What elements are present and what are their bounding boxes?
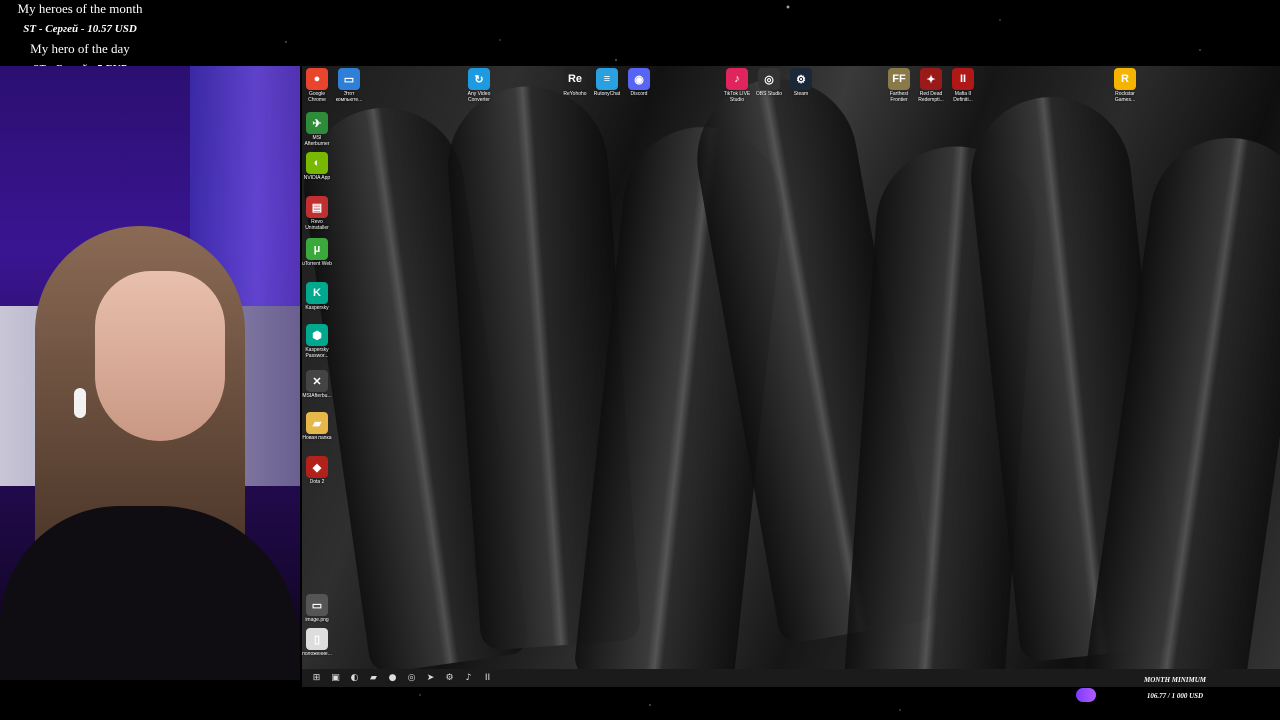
desktop-icon-label: RutonyChat [593, 91, 621, 97]
desktop-icon[interactable]: ▰ Новая папка [302, 412, 332, 441]
rockstar-icon: R [1114, 68, 1136, 90]
streamer-face [95, 271, 225, 441]
desktop-icon[interactable]: ◆ Dota 2 [302, 456, 332, 485]
desktop-icon[interactable]: ⬢ Kaspersky Passwor... [302, 324, 332, 359]
red-dead-icon: ✦ [920, 68, 942, 90]
desktop-icon-label: Этот компьюте... [335, 91, 363, 103]
tiktok-icon: ♪ [726, 68, 748, 90]
desktop-icon[interactable]: ◎ OBS Studio [754, 68, 784, 97]
desktop-icon-label: ReYohoho [563, 91, 587, 97]
steam-icon: ⚙ [790, 68, 812, 90]
earbud [74, 388, 86, 418]
desktop-icon[interactable]: ◉ Discord [624, 68, 654, 97]
heroes-month-title: My heroes of the month [17, 1, 143, 16]
desktop-icon[interactable]: ✦ Red Dead Redempti... [916, 68, 946, 103]
desktop-icon-label: Dota 2 [309, 479, 325, 485]
desktop-icon[interactable]: ✈ MSI Afterburner [302, 112, 332, 147]
desktop-icon[interactable]: K Kaspersky [302, 282, 332, 311]
telegram-icon[interactable]: ➤ [422, 671, 439, 685]
computer-icon: ▭ [338, 68, 360, 90]
kaspersky-icon: K [306, 282, 328, 304]
desktop-icon[interactable]: ● Google Chrome [302, 68, 332, 103]
desktop-icon-label: Mafia II Definiti... [953, 91, 973, 103]
donation-goal: MONTH MINIMUM 106.77 / 1 000 USD [1130, 674, 1220, 702]
desktop-icon[interactable]: ♪ TikTok LIVE Studio [722, 68, 752, 103]
desktop-icon[interactable]: R Rockstar Games... [1110, 68, 1140, 103]
file-explorer-icon[interactable]: ▰ [365, 671, 382, 685]
heroes-month-entry: ST - Сергей - 10.57 USD [23, 23, 137, 35]
desktop-icon[interactable]: ▯ положение... [302, 628, 332, 657]
farthest-frontier-icon: FF [888, 68, 910, 90]
steam-icon[interactable]: ⚙ [441, 671, 458, 685]
desktop-icon-label: положение... [302, 651, 332, 657]
desktop-icon-label: Any Video Converter [467, 91, 491, 103]
webcam-feed [0, 66, 300, 680]
desktop-icon[interactable]: ✕ MSIAfterbu... [302, 370, 332, 399]
desktop-icon-label: MSIAfterbu... [302, 393, 332, 399]
desktop-icon-label: Kaspersky Passwor... [305, 347, 329, 359]
desktop-icon[interactable]: FF Farthest Frontier [884, 68, 914, 103]
desktop-icon-label: Red Dead Redempti... [918, 91, 944, 103]
desktop-icon[interactable]: ▤ Revo Uninstaller [302, 196, 332, 231]
msi-icon: ✕ [306, 370, 328, 392]
edge-icon[interactable]: ◐ [346, 671, 363, 685]
tiktok-icon[interactable]: ♪ [460, 671, 477, 685]
desktop-icon[interactable]: μ uTorrent Web [302, 238, 332, 267]
desktop-icon-label: NVIDIA App [303, 175, 331, 181]
desktop-icon-label: uTorrent Web [302, 261, 332, 267]
chrome-icon[interactable]: ● [384, 671, 401, 685]
desktop-icon[interactable]: II Mafia II Definiti... [948, 68, 978, 103]
desktop-icon[interactable]: ▭ image.png [302, 594, 332, 623]
desktop-icon[interactable]: Re ReYohoho [560, 68, 590, 97]
discord-icon: ◉ [628, 68, 650, 90]
goal-progress-text: 106.77 / 1 000 USD [1146, 692, 1204, 700]
desktop-icon-label: Google Chrome [308, 91, 326, 103]
obs-icon: ◎ [758, 68, 780, 90]
desktop-icon[interactable]: ◐ NVIDIA App [302, 152, 332, 181]
utorrent-icon: μ [306, 238, 328, 260]
desktop-icon-label: Discord [630, 91, 648, 97]
streamer-body [0, 506, 300, 680]
folder-icon: ▰ [306, 412, 328, 434]
goal-title: MONTH MINIMUM [1143, 676, 1207, 684]
hero-day-title: My hero of the day [30, 41, 130, 56]
task-view-icon[interactable]: ▣ [327, 671, 344, 685]
desktop-icon-label: TikTok LIVE Studio [723, 91, 751, 103]
windows-start-icon[interactable]: ⊞ [308, 671, 325, 685]
document-icon: ▯ [306, 628, 328, 650]
desktop-icon-label: Steam [793, 91, 809, 97]
reyohoho-icon: Re [564, 68, 586, 90]
video-converter-icon: ↻ [468, 68, 490, 90]
image-file-icon: ▭ [306, 594, 328, 616]
dota-icon: ◆ [306, 456, 328, 478]
desktop-icon-label: image.png [305, 617, 329, 623]
desktop-icon-label: Farthest Frontier [889, 91, 909, 103]
nvidia-icon: ◐ [306, 152, 328, 174]
desktop-icon[interactable]: ▭ Этот компьюте... [334, 68, 364, 103]
desktop-capture: ● Google Chrome ▭ Этот компьюте... ↻ Any Vide… [302, 66, 1280, 669]
desktop-icon-label: Новая папка [302, 435, 332, 441]
desktop-icon[interactable]: ↻ Any Video Converter [464, 68, 494, 103]
desktop-icon-label: Rockstar Games... [1114, 91, 1136, 103]
msi-afterburner-icon: ✈ [306, 112, 328, 134]
rutonychat-icon: ≡ [596, 68, 618, 90]
desktop-icon[interactable]: ⚙ Steam [786, 68, 816, 97]
desktop-icon-label: Kaspersky [305, 305, 329, 311]
desktop-icon-label: OBS Studio [755, 91, 783, 97]
chrome-icon: ● [306, 68, 328, 90]
obs-icon[interactable]: ◎ [403, 671, 420, 685]
goal-progress-bar [1076, 688, 1096, 702]
desktop-icon-label: MSI Afterburner [304, 135, 330, 147]
desktop-icon[interactable]: ≡ RutonyChat [592, 68, 622, 97]
mafia-icon[interactable]: II [479, 671, 496, 685]
revo-icon: ▤ [306, 196, 328, 218]
mafia-icon: II [952, 68, 974, 90]
desktop-icon-label: Revo Uninstaller [305, 219, 329, 231]
kaspersky-password-icon: ⬢ [306, 324, 328, 346]
